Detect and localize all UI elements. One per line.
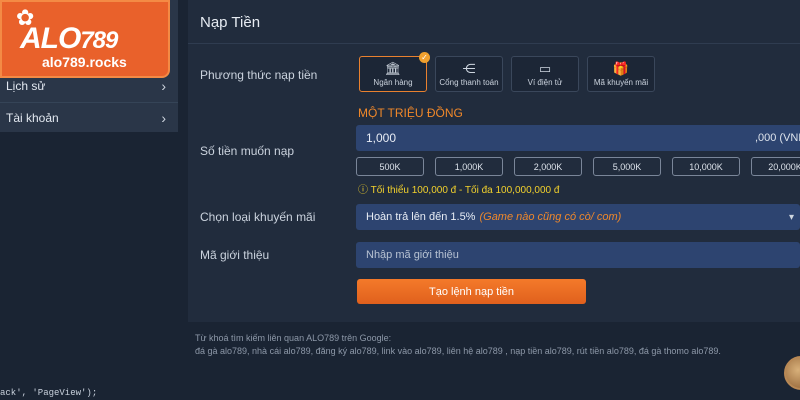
footer-keywords-title: Từ khoá tìm kiếm liên quan ALO789 trên G… — [195, 333, 392, 343]
support-avatar[interactable] — [784, 356, 800, 390]
chevron-right-icon: › — [161, 109, 166, 126]
quick-amount-chip[interactable]: 10,000K — [672, 157, 740, 176]
deposit-panel: Nạp Tiền Phương thức nạp tiền ✓ 🏛 Ngân h… — [188, 0, 800, 322]
create-deposit-button[interactable]: Tạo lệnh nạp tiền — [357, 279, 586, 304]
sidebar-item-history[interactable]: Lịch sử › — [0, 71, 178, 101]
gift-icon: 🎁 — [612, 60, 630, 76]
page-title: Nạp Tiền — [188, 0, 800, 44]
sidebar-item-account[interactable]: Tài khoản › — [0, 102, 178, 132]
method-payment-gateway[interactable]: ⋲ Cổng thanh toán — [435, 56, 503, 92]
sidebar-item-label: Tài khoản — [6, 110, 59, 125]
code-snippet: ack', 'PageView'); — [0, 388, 98, 398]
method-promo-code[interactable]: 🎁 Mã khuyến mãi — [587, 56, 655, 92]
quick-amount-list: 500K 1,000K 2,000K 5,000K 10,000K 20,000… — [356, 157, 800, 176]
quick-amount-chip[interactable]: 5,000K — [593, 157, 661, 176]
amount-in-words: MỘT TRIỆU ĐỒNG — [358, 106, 463, 120]
promo-hint: (Game nào cũng có cò/ com) — [479, 211, 622, 223]
check-icon: ✓ — [419, 52, 430, 63]
quick-amount-chip[interactable]: 1,000K — [435, 157, 503, 176]
wallet-icon: ▭ — [538, 60, 552, 76]
promo-label: Chọn loại khuyến mãi — [200, 210, 316, 224]
brand-logo[interactable]: ✿ ALO789 alo789.rocks — [0, 0, 170, 78]
amount-value: 1,000 — [366, 131, 397, 145]
method-label: Phương thức nạp tiền — [200, 68, 318, 82]
method-list: ✓ 🏛 Ngân hàng ⋲ Cổng thanh toán ▭ Ví điệ… — [359, 52, 655, 92]
share-nodes-icon: ⋲ — [462, 60, 476, 76]
quick-amount-chip[interactable]: 20,000K — [751, 157, 800, 176]
promo-select[interactable]: Hoàn trả lên đến 1.5% (Game nào cũng có … — [356, 204, 800, 230]
logo-domain: alo789.rocks — [42, 54, 127, 70]
referral-label: Mã giới thiệu — [200, 248, 270, 262]
sidebar-item-label: Lịch sử — [6, 79, 46, 93]
logo-wordmark: ALO789 — [20, 22, 118, 55]
limit-note: ⓘ Tối thiểu 100,000 đ - Tối đa 100,000,0… — [358, 185, 560, 196]
amount-input[interactable]: 1,000 ,000 (VND) — [356, 125, 800, 151]
quick-amount-chip[interactable]: 500K — [356, 157, 424, 176]
amount-suffix: ,000 (VND) — [754, 132, 800, 144]
footer-keywords: đá gà alo789, nhà cái alo789, đăng ký al… — [195, 346, 721, 356]
referral-code-input[interactable] — [356, 242, 800, 268]
chevron-down-icon: ▾ — [788, 211, 794, 223]
method-bank[interactable]: ✓ 🏛 Ngân hàng — [359, 52, 430, 92]
quick-amount-chip[interactable]: 2,000K — [514, 157, 582, 176]
chevron-right-icon: › — [161, 78, 166, 94]
method-e-wallet[interactable]: ▭ Ví điện tử — [511, 56, 579, 92]
amount-label: Số tiền muốn nạp — [200, 144, 295, 158]
sidebar: ✿ ALO789 alo789.rocks Lịch sử › Tài khoả… — [0, 0, 178, 132]
promo-value: Hoàn trả lên đến 1.5% — [366, 211, 476, 223]
bank-icon: 🏛 — [384, 60, 402, 76]
